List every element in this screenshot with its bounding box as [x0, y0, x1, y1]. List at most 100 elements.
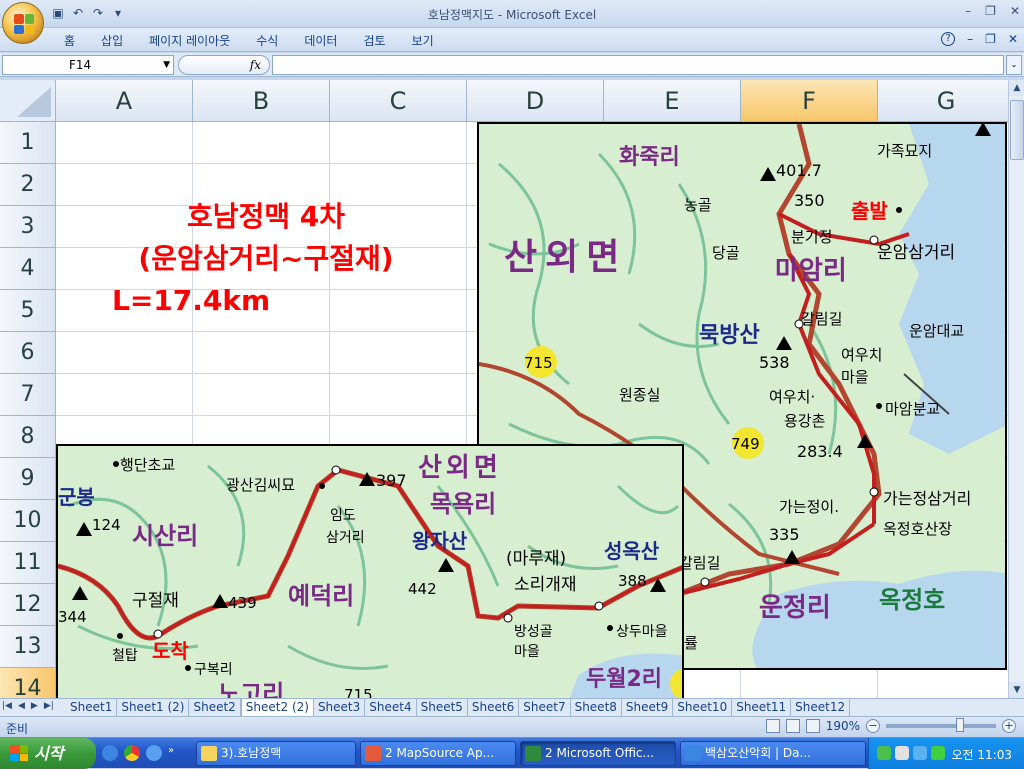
map-label-nonggol: 농골 [684, 196, 712, 214]
row-header-3[interactable]: 3 [0, 206, 56, 248]
monitor-icon[interactable] [913, 746, 927, 760]
vertical-scrollbar[interactable]: ▲ ▼ [1008, 80, 1024, 698]
tab-review[interactable]: 검토 [355, 32, 403, 49]
column-header-b[interactable]: B [193, 80, 330, 122]
scroll-up-icon[interactable]: ▲ [1009, 80, 1024, 96]
row-header-5[interactable]: 5 [0, 290, 56, 332]
status-right: 190% − + [765, 718, 1016, 733]
tab-insert[interactable]: 삽입 [93, 32, 141, 49]
column-header-e[interactable]: E [604, 80, 741, 122]
column-header-d[interactable]: D [467, 80, 604, 122]
ie-icon[interactable] [146, 745, 162, 761]
sheet-tab[interactable]: Sheet8 [570, 699, 622, 716]
sheet-tab[interactable]: Sheet5 [416, 699, 468, 716]
task-explorer[interactable]: 3).호남정맥 [196, 741, 356, 766]
scroll-thumb[interactable] [1010, 100, 1024, 160]
insert-function-button[interactable]: fx [250, 58, 261, 72]
row-header-6[interactable]: 6 [0, 332, 56, 374]
network-icon[interactable] [877, 746, 891, 760]
antivirus-icon[interactable] [931, 746, 945, 760]
last-sheet-icon[interactable]: ▶| [44, 701, 54, 711]
column-header-f[interactable]: F [741, 80, 878, 122]
tab-data[interactable]: 데이터 [296, 32, 355, 49]
row-header-13[interactable]: 13 [0, 626, 56, 668]
formula-bar-expand-icon[interactable]: ⌄ [1006, 55, 1022, 75]
restore-button[interactable]: ❐ [985, 4, 996, 18]
map-lower-bangseong2: 마을 [514, 644, 540, 660]
zoom-out-icon[interactable]: − [866, 719, 880, 733]
zoom-in-icon[interactable]: + [1002, 719, 1016, 733]
sheet-tab[interactable]: Sheet1 [66, 699, 118, 716]
close-button[interactable]: ✕ [1010, 4, 1020, 18]
sheet-tab[interactable]: Sheet9 [621, 699, 674, 716]
sheet-tab[interactable]: Sheet2 [189, 699, 241, 716]
help-icon[interactable]: ? [941, 32, 956, 46]
row-header-11[interactable]: 11 [0, 542, 56, 584]
task-office[interactable]: 2 Microsoft Offic... [520, 741, 676, 766]
name-box-dropdown-icon[interactable]: ▼ [163, 56, 170, 74]
row-header-2[interactable]: 2 [0, 164, 56, 206]
sheet-tab[interactable]: Sheet1 (2) [117, 699, 190, 716]
row-header-8[interactable]: 8 [0, 416, 56, 458]
sheet-tab[interactable]: Sheet3 [313, 699, 366, 716]
row-header-7[interactable]: 7 [0, 374, 56, 416]
tab-formulas[interactable]: 수식 [248, 32, 296, 49]
scroll-down-icon[interactable]: ▼ [1009, 682, 1024, 698]
ie-icon[interactable] [102, 745, 118, 761]
doc-restore-button[interactable]: ❐ [985, 32, 996, 46]
map-lower-mokyok: 목욕리 [430, 490, 496, 518]
more-quicklaunch-icon[interactable]: » [168, 745, 184, 761]
page-layout-view-icon[interactable] [785, 719, 800, 733]
back-arrow-icon[interactable] [895, 746, 909, 760]
row-header-12[interactable]: 12 [0, 584, 56, 626]
column-header-g[interactable]: G [878, 80, 1008, 122]
clock[interactable]: 오전 11:03 [952, 746, 1012, 763]
map-image-lower[interactable]: 행단초교 광산김씨묘 397 산외면 목욕리 군봉 124 시산리 임도 삼거리… [56, 444, 684, 698]
tab-page-layout[interactable]: 페이지 레이아웃 [141, 32, 248, 49]
office-button[interactable] [2, 2, 44, 44]
row-header-1[interactable]: 1 [0, 122, 56, 164]
sheet-tab[interactable]: Sheet4 [365, 699, 417, 716]
sheet-tab[interactable]: Sheet7 [519, 699, 571, 716]
tab-home[interactable]: 홈 [56, 32, 93, 49]
map-label-m283: 283.4 [797, 442, 843, 461]
page-break-view-icon[interactable] [805, 719, 820, 733]
sheet-tab[interactable]: Sheet6 [467, 699, 520, 716]
task-mapsource[interactable]: 2 MapSource Ap... [360, 741, 516, 766]
row-header-10[interactable]: 10 [0, 500, 56, 542]
sheet-tab[interactable]: Sheet10 [673, 699, 733, 716]
row-header-9[interactable]: 9 [0, 458, 56, 500]
prev-sheet-icon[interactable]: ◀ [18, 701, 25, 711]
zoom-level[interactable]: 190% [826, 719, 860, 733]
chrome-icon[interactable] [124, 745, 140, 761]
window-title: 호남정맥지도 - Microsoft Excel [427, 8, 597, 22]
windows-logo-icon [10, 745, 28, 761]
map-lower-marujae: (마루재) [506, 549, 566, 569]
start-button[interactable]: 시작 [0, 738, 96, 769]
tab-view[interactable]: 보기 [404, 32, 452, 49]
zoom-slider-knob[interactable] [956, 718, 964, 732]
formula-input[interactable] [272, 55, 1004, 75]
sheet-tab[interactable]: Sheet11 [732, 699, 792, 716]
first-sheet-icon[interactable]: |◀ [2, 701, 12, 711]
sheet-tab[interactable]: Sheet12 [791, 699, 851, 716]
excel-icon [525, 746, 541, 761]
column-header-c[interactable]: C [330, 80, 467, 122]
sheet-tab-active[interactable]: Sheet2 (2) [240, 699, 314, 716]
select-all-button[interactable] [0, 80, 56, 122]
next-sheet-icon[interactable]: ▶ [31, 701, 38, 711]
map-lower-seongok: 성옥산 [604, 539, 660, 563]
doc-close-button[interactable]: ✕ [1008, 32, 1018, 46]
map-label-okjeongho: 옥정호 [879, 586, 945, 614]
minimize-button[interactable]: – [965, 4, 971, 18]
zoom-slider[interactable] [886, 718, 996, 732]
column-header-a[interactable]: A [56, 80, 193, 122]
row-header-14[interactable]: 14 [0, 668, 56, 698]
task-browser[interactable]: 백삼오산악회 | Da... [680, 741, 866, 766]
normal-view-icon[interactable] [765, 719, 780, 733]
name-box[interactable]: F14 ▼ [2, 55, 174, 75]
row-header-4[interactable]: 4 [0, 248, 56, 290]
map-label-yonggang: 용강촌 [784, 412, 825, 430]
doc-minimize-button[interactable]: – [967, 32, 973, 46]
map-lower-m344: 344 [58, 608, 87, 626]
